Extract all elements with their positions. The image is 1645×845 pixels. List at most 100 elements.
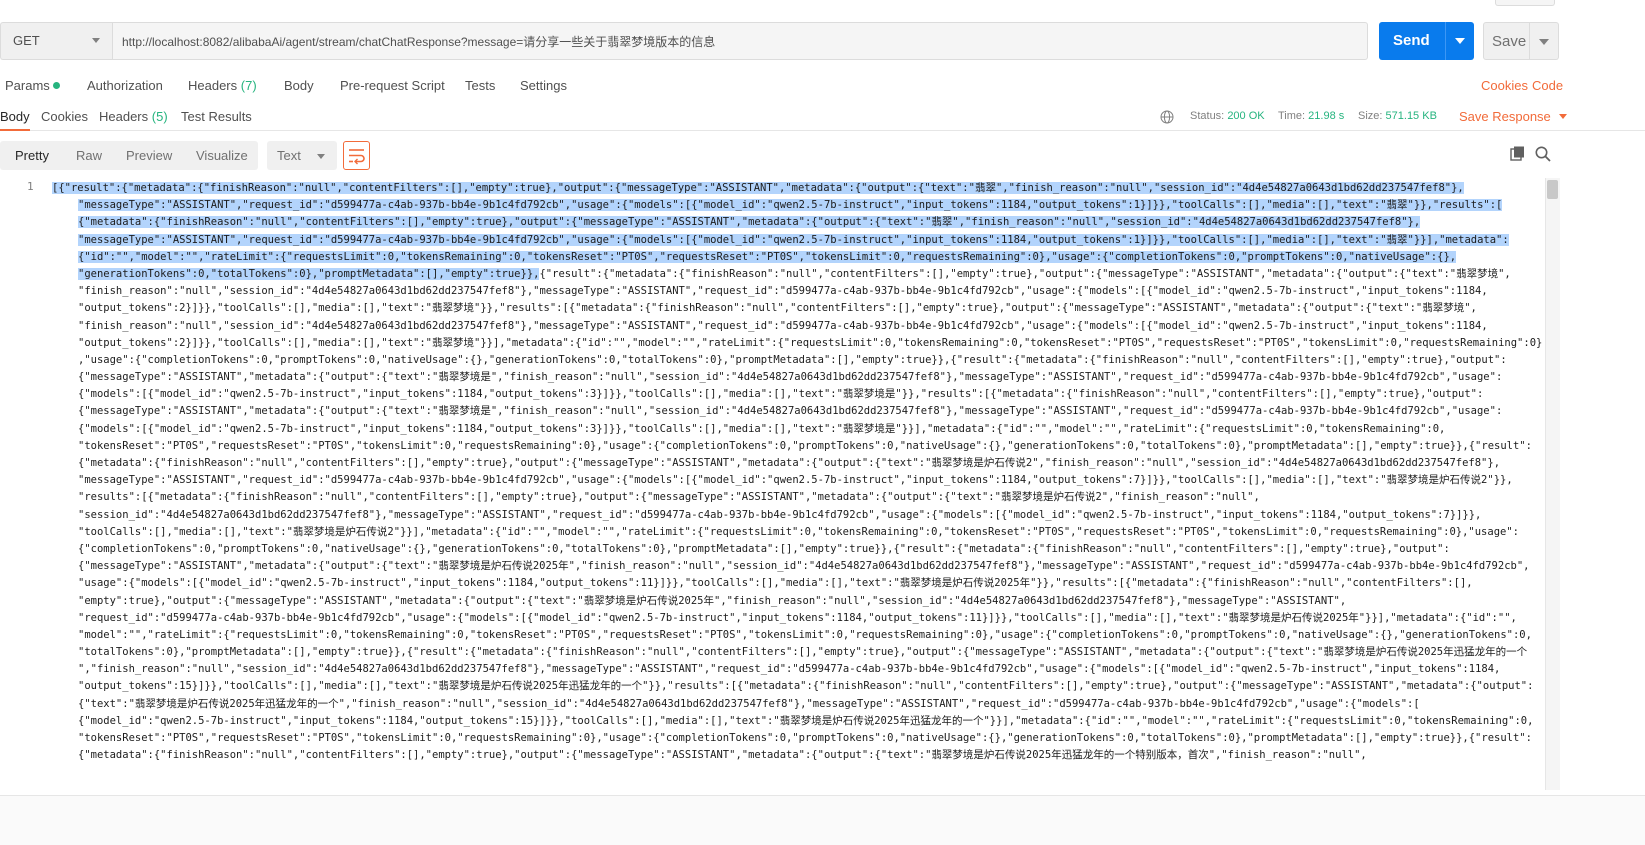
code-line: "messageType":"ASSISTANT","request_id":"… [78,474,1513,487]
code-line: {"text":"翡翠梦境是炉石传说2025年迅猛龙年的一个","finish_… [78,697,1420,710]
chevron-down-icon [92,38,100,43]
view-pretty-button[interactable]: Pretty [15,148,49,163]
send-dropdown-button[interactable] [1445,22,1474,60]
response-body-viewer[interactable]: 1 [{"result":{"metadata":{"finishReason"… [0,180,1545,790]
code-line: [{"result":{"metadata":{"finishReason":"… [52,180,1542,197]
save-response-label: Save Response [1459,109,1551,124]
code-line: {"completionTokens":0,"promptTokens":0,"… [78,542,1450,555]
bottom-status-bar [0,795,1645,845]
code-line: "usage":{"models":[{"model_id":"qwen2.5-… [78,577,1473,590]
selected-text: [{"result":{"metadata":{"finishReason":"… [52,182,1464,194]
tab-body[interactable]: Body [284,78,314,93]
tab-params[interactable]: Params [5,78,60,93]
active-tab-indicator [0,129,30,131]
tab-response-headers[interactable]: Headers (5) [99,109,168,124]
selected-text: "messageType":"ASSISTANT","request_id":"… [78,199,1503,212]
tab-headers[interactable]: Headers (7) [188,78,257,93]
chevron-down-icon [1455,38,1465,44]
code-line: "finish_reason":"null","session_id":"4d4… [78,285,1488,298]
response-headers-count: (5) [151,109,168,124]
code-line: {"messageType":"ASSISTANT","metadata":{"… [78,560,1530,573]
save-response-button[interactable]: Save Response [1459,109,1567,124]
method-select[interactable]: GET [0,22,112,60]
send-button[interactable]: Send [1379,22,1445,60]
selected-text: "generationTokens":0,"totalTokens":0},"p… [78,267,540,280]
tab-response-body[interactable]: Body [0,109,30,124]
code-line: {"messageType":"ASSISTANT","metadata":{"… [78,371,1503,384]
tab-prerequest-script[interactable]: Pre-request Script [340,78,445,93]
time-value: 21.98 s [1308,110,1345,122]
code-line: "messageType":"ASSISTANT","request_id":"… [52,232,1542,249]
save-dropdown-button[interactable] [1530,22,1559,60]
globe-icon[interactable] [1160,110,1174,124]
headers-count: (7) [240,78,257,93]
top-edge-button [1495,0,1555,6]
vertical-scrollbar[interactable] [1545,178,1560,790]
code-line: "toolCalls":[],"media":[],"text":"翡翠梦境是炉… [78,525,1519,538]
status-value: 200 OK [1227,110,1265,122]
tab-response-cookies[interactable]: Cookies [41,109,88,124]
chevron-down-icon [1558,114,1567,119]
selected-text: {"id":"","model":"","rateLimit":{"reques… [78,250,1457,263]
view-mode-segment: Pretty Raw Preview Visualize [0,141,258,170]
time-label: Time: [1278,110,1306,122]
code-line: {"messageType":"ASSISTANT","metadata":{"… [78,405,1503,418]
request-tabs: Params Authorization Headers (7) Body Pr… [0,74,1645,98]
chevron-down-icon [1539,39,1549,45]
wrap-lines-icon [349,149,365,165]
copy-icon[interactable] [1509,145,1527,163]
tab-test-results[interactable]: Test Results [181,109,252,124]
status-readout: Status: 200 OK [1190,110,1265,122]
code-line: ,"usage":{"completionTokens":0,"promptTo… [78,353,1507,366]
format-select[interactable]: Text [267,141,337,170]
code-line: {"metadata":{"finishReason":"null","cont… [78,749,1367,762]
scrollbar-thumb[interactable] [1547,180,1558,199]
response-tabs: Body Cookies Headers (5) Test Results St… [0,104,1645,131]
code-line: "tokensReset":"PT0S","requestsReset":"PT… [78,439,1532,452]
chevron-down-icon [317,154,325,159]
tab-authorization[interactable]: Authorization [87,78,163,93]
code-line: "results":[{"metadata":{"finishReason":"… [78,491,1260,504]
code-line: {"model_id":"qwen2.5-7b-instruct","input… [78,714,1534,727]
url-input[interactable]: http://localhost:8082/alibabaAi/agent/st… [112,22,1368,60]
format-value: Text [277,148,301,163]
selected-text: "messageType":"ASSISTANT","request_id":"… [78,233,1509,246]
view-visualize-button[interactable]: Visualize [196,148,248,163]
size-readout: Size: 571.15 KB [1358,110,1437,122]
tab-tests[interactable]: Tests [465,78,495,93]
code-link[interactable]: Code [1532,78,1563,93]
wrap-lines-button[interactable] [343,141,370,170]
search-icon[interactable] [1534,145,1552,163]
method-value: GET [13,33,40,48]
code-line: {"models":[{"model_id":"qwen2.5-7b-instr… [78,388,1484,401]
code-line: "totalTokens":0},"promptMetadata":[],"em… [78,646,1528,659]
save-button[interactable]: Save [1483,22,1530,60]
code-line: "session_id":"4d4e54827a0643d1bd62dd2375… [78,508,1482,521]
size-value: 571.15 KB [1385,110,1437,122]
code-lines: [{"result":{"metadata":{"finishReason":"… [52,180,1542,764]
code-text: {"result":{"metadata":{"finishReason":"n… [539,267,1511,280]
tab-settings[interactable]: Settings [520,78,567,93]
view-preview-button[interactable]: Preview [126,148,172,163]
params-indicator-dot [52,82,60,89]
request-bar: GET http://localhost:8082/alibabaAi/agen… [0,22,1645,60]
code-line: {"metadata":{"finishReason":"null","cont… [78,457,1501,469]
line-number: 1 [27,180,34,193]
code-line: "tokensReset":"PT0S","requestsReset":"PT… [78,732,1532,744]
cookies-link[interactable]: Cookies [1481,78,1528,93]
tab-response-headers-label: Headers [99,109,149,124]
code-line: "finish_reason":"null","session_id":"4d4… [78,319,1488,332]
code-line: "messageType":"ASSISTANT","request_id":"… [52,197,1542,214]
code-line: ","finish_reason":"null","session_id":"4… [78,663,1501,676]
code-line: "empty":true},"output":{"messageType":"A… [78,594,1347,607]
code-line: "model":"","rateLimit":{"requestsLimit":… [78,628,1532,641]
code-line: "request_id":"d599477a-c4ab-937b-bb4e-9b… [78,611,1517,624]
code-line: {"metadata":{"finishReason":"null","cont… [52,214,1542,231]
code-line: "output_tokens":15}]}},"toolCalls":[],"m… [78,680,1534,693]
status-label: Status: [1190,110,1225,122]
code-line: "output_tokens":2}]}},"toolCalls":[],"me… [78,302,1477,315]
code-line: "generationTokens":0,"totalTokens":0},"p… [52,266,1542,283]
selected-text: {"metadata":{"finishReason":"null","cont… [78,216,1421,229]
code-line: {"id":"","model":"","rateLimit":{"reques… [52,249,1542,266]
view-raw-button[interactable]: Raw [76,148,102,163]
